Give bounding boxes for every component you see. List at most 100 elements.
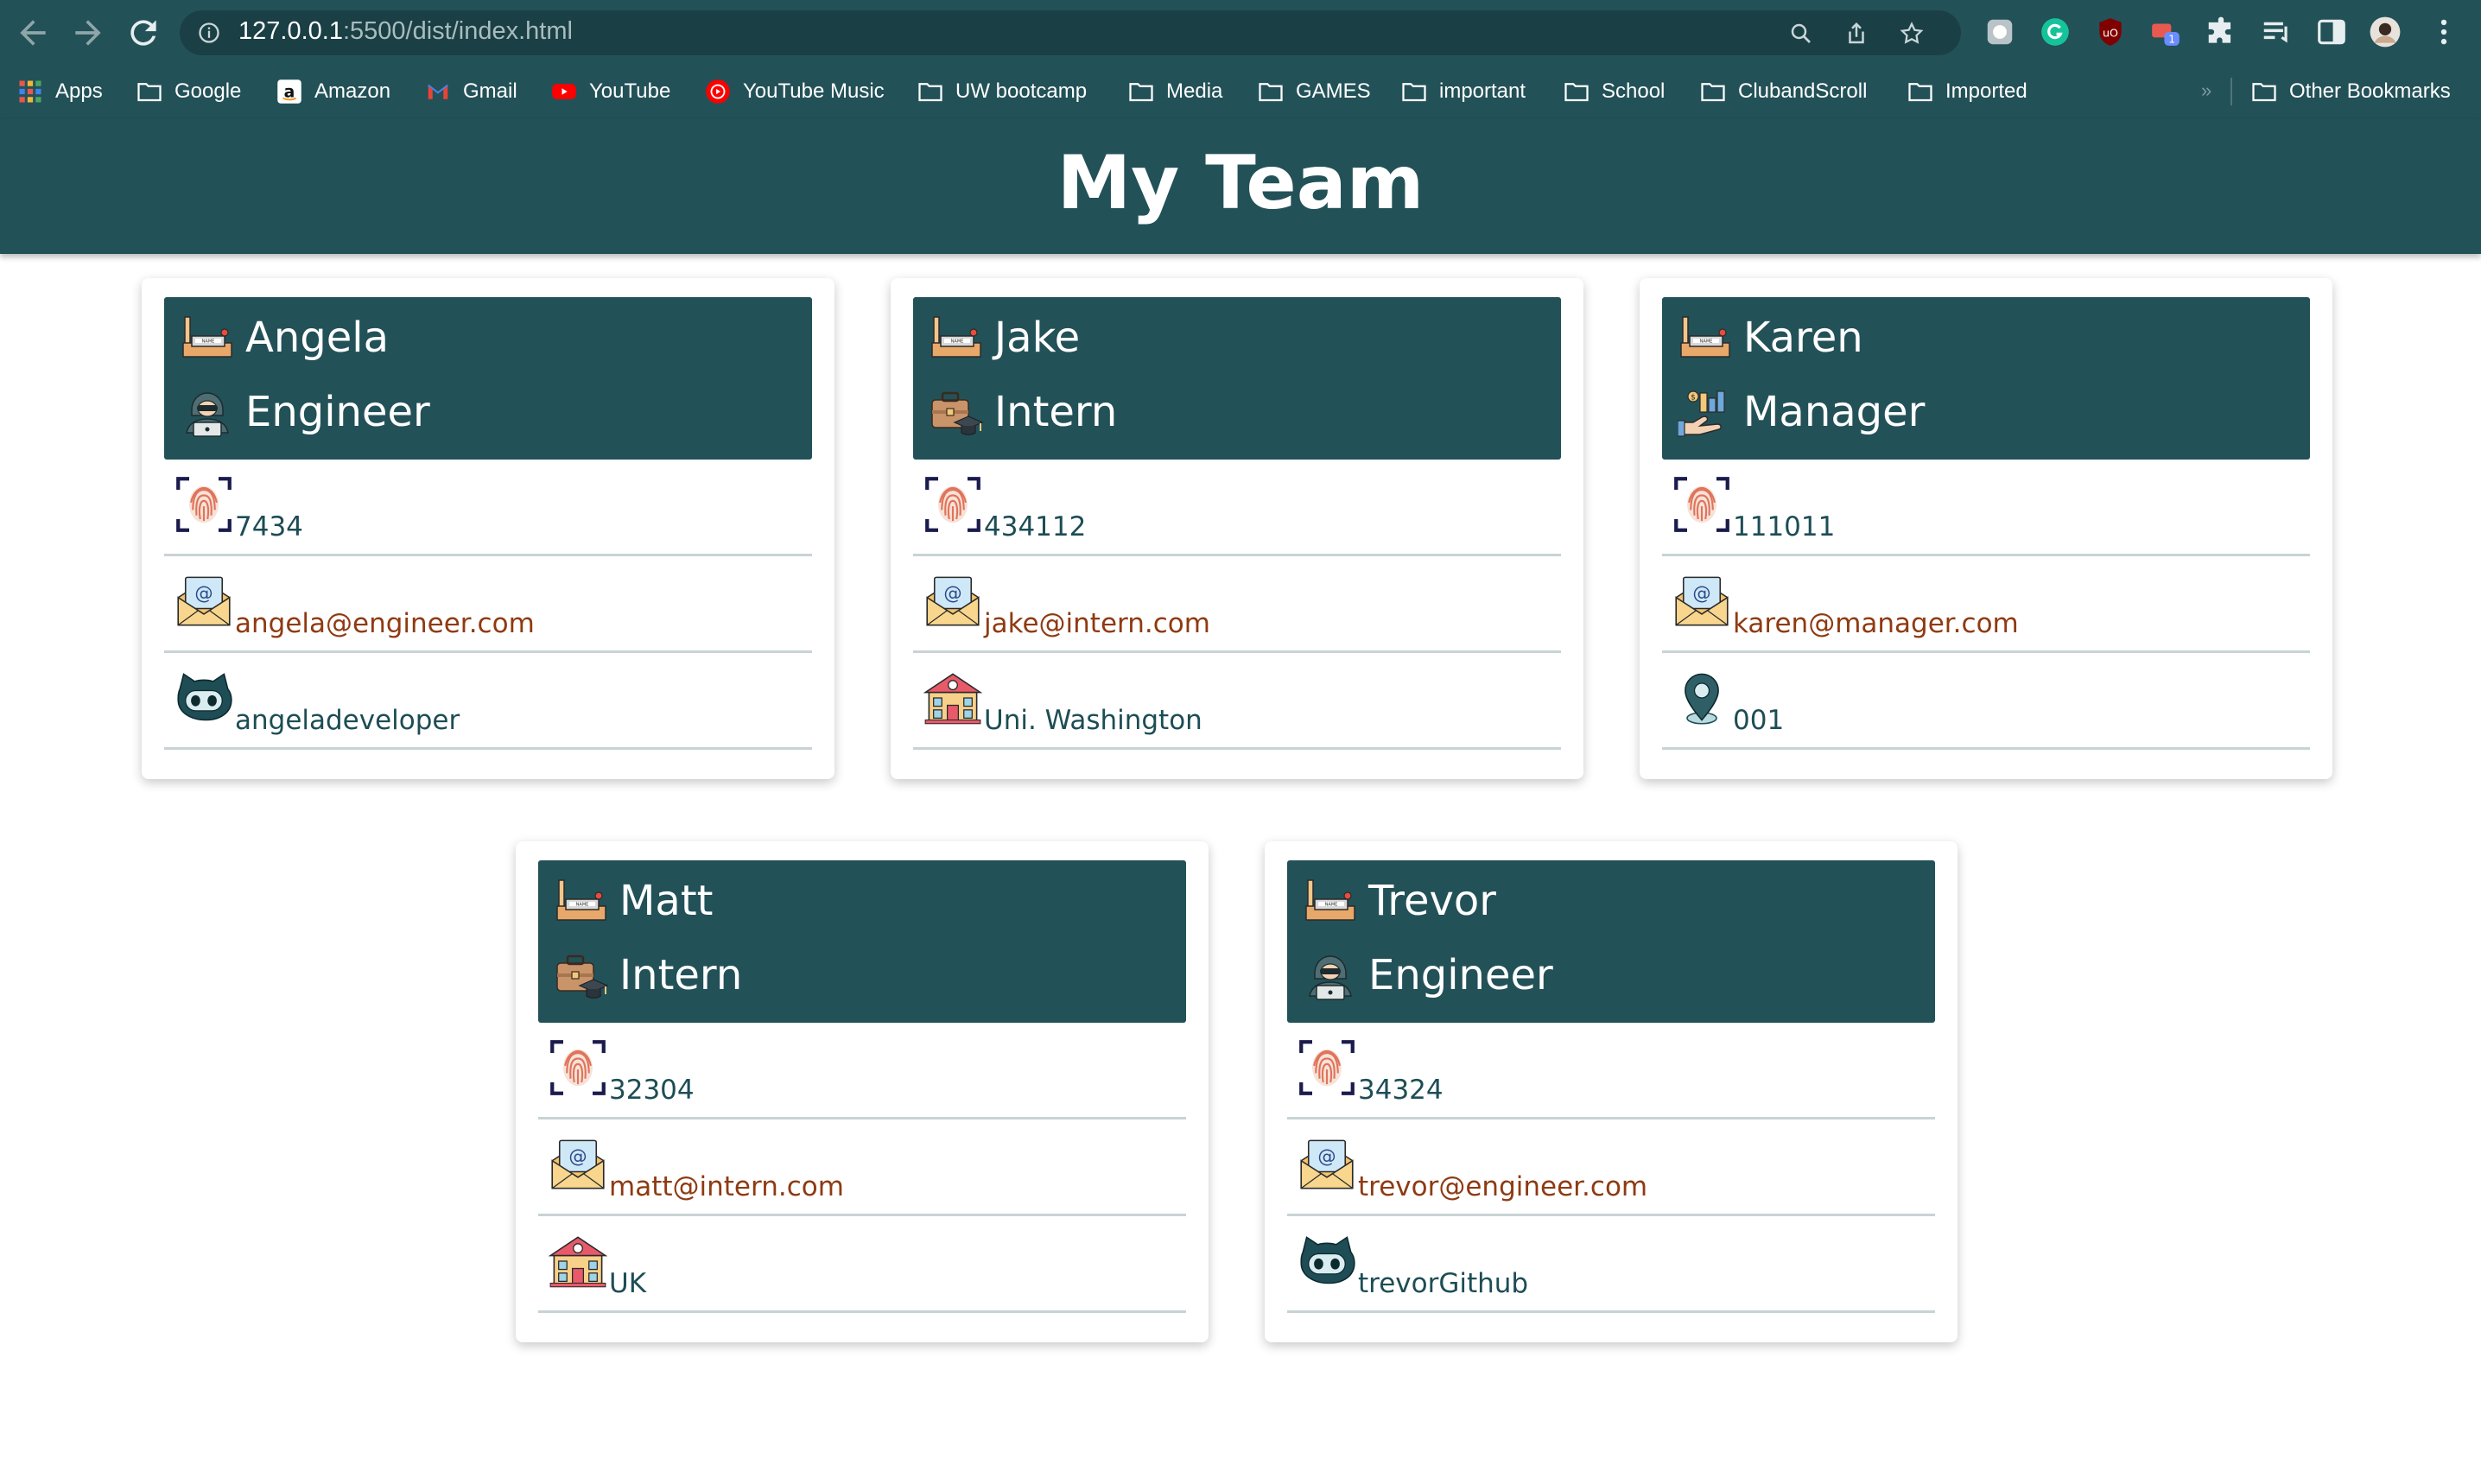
share-icon[interactable] — [1843, 21, 1869, 47]
card-role-line: Engineer — [1303, 945, 1553, 1005]
name-tag-icon — [554, 873, 609, 929]
fingerprint-icon — [174, 475, 233, 534]
employee-role: Engineer — [245, 388, 430, 436]
card-name-line: Jake — [929, 308, 1080, 368]
page-title: My Team — [1056, 140, 1425, 226]
bookmark-media[interactable]: Media — [1128, 76, 1222, 107]
employee-email-row: matt@intern.com — [538, 1119, 1186, 1216]
employee-name: Jake — [994, 314, 1081, 362]
manager-hand-chart-icon — [1678, 384, 1733, 440]
bookmark-label: Gmail — [463, 79, 517, 103]
employee-role: Engineer — [1368, 951, 1553, 999]
employee-email-link[interactable]: angela@engineer.com — [235, 608, 535, 639]
employee-email-row: angela@engineer.com — [164, 556, 812, 653]
bookmark-label: YouTube Music — [743, 79, 885, 103]
employee-github-link[interactable]: trevorGithub — [1358, 1268, 1528, 1299]
reload-icon[interactable] — [124, 14, 162, 52]
card-name-line: Karen — [1678, 308, 1863, 368]
bookmark-label: YouTube — [589, 79, 671, 103]
employee-github-row: trevorGithub — [1287, 1216, 1935, 1313]
profile-avatar-icon[interactable] — [2369, 16, 2402, 48]
bookmark-uw-bootcamp[interactable]: UW bootcamp — [917, 76, 1087, 107]
bookmark-gmail[interactable]: Gmail — [425, 76, 517, 107]
card-header: Angela Engineer — [164, 297, 812, 460]
intern-briefcase-icon — [929, 384, 984, 440]
employee-name: Matt — [619, 877, 714, 925]
folder-icon — [1258, 79, 1284, 105]
email-envelope-icon — [1672, 572, 1731, 631]
bookmark-games[interactable]: GAMES — [1258, 76, 1371, 107]
ublock-icon[interactable]: uO — [2094, 16, 2127, 48]
engineer-hacker-icon — [1303, 948, 1358, 1003]
bookmark-star-icon[interactable] — [1899, 21, 1925, 47]
bookmark-youtube-music[interactable]: YouTube Music — [705, 76, 885, 107]
extension-gray-icon[interactable] — [1983, 16, 2016, 48]
employee-email-link[interactable]: trevor@engineer.com — [1358, 1171, 1647, 1202]
folder-icon — [1700, 79, 1726, 105]
employee-email-link[interactable]: karen@manager.com — [1733, 608, 2019, 639]
zoom-search-icon[interactable] — [1788, 21, 1814, 47]
bookmark-label: Other Bookmarks — [2289, 79, 2451, 103]
extensions-puzzle-icon[interactable] — [2205, 16, 2237, 48]
card-role-line: Manager — [1678, 382, 1925, 442]
bookmark-amazon[interactable]: a Amazon — [276, 76, 390, 107]
reading-list-icon[interactable] — [2260, 16, 2293, 48]
bookmark-label: Amazon — [314, 79, 391, 103]
bookmarks-overflow-chevron[interactable]: » — [2201, 79, 2211, 102]
fingerprint-icon — [923, 475, 982, 534]
bookmark-apps[interactable]: Apps — [17, 76, 103, 107]
url-path: :5500/dist/index.html — [342, 17, 573, 45]
github-icon — [174, 669, 233, 727]
apps-grid-icon — [17, 79, 43, 105]
employee-id-row: 7434 — [164, 460, 812, 556]
card-name-line: Trevor — [1303, 871, 1496, 931]
employee-school: UK — [609, 1268, 647, 1299]
employee-email-row: jake@intern.com — [913, 556, 1561, 653]
side-panel-icon[interactable] — [2315, 16, 2348, 48]
intern-briefcase-icon — [554, 948, 609, 1003]
employee-role: Intern — [994, 388, 1118, 436]
name-tag-icon — [1678, 310, 1733, 365]
employee-id-row: 32304 — [538, 1023, 1186, 1119]
amazon-icon: a — [276, 79, 302, 105]
kebab-menu-icon[interactable] — [2427, 16, 2460, 48]
employee-school: Uni. Washington — [984, 705, 1202, 736]
screen-recorder-icon[interactable]: 1 — [2149, 16, 2182, 48]
page-header: My Team — [0, 119, 2481, 254]
bookmark-important[interactable]: important — [1401, 76, 1526, 107]
folder-icon — [1128, 79, 1154, 105]
forward-arrow-icon[interactable] — [69, 14, 107, 52]
folder-icon — [1401, 79, 1427, 105]
card-role-line: Intern — [929, 382, 1117, 442]
bookmark-imported[interactable]: Imported — [1907, 76, 2027, 107]
employee-card: Karen Manager 111011 karen@manager.com 0… — [1640, 278, 2332, 779]
name-tag-icon — [180, 310, 235, 365]
bookmark-school[interactable]: School — [1564, 76, 1665, 107]
employee-id: 32304 — [609, 1075, 695, 1106]
employee-school-row: UK — [538, 1216, 1186, 1313]
bookmark-label: School — [1602, 79, 1666, 103]
svg-text:uO: uO — [2103, 27, 2118, 40]
bookmark-clubandscroll[interactable]: ClubandScroll — [1700, 76, 1867, 107]
address-bar[interactable]: 127.0.0.1:5500/dist/index.html — [180, 10, 1961, 55]
employee-id-row: 111011 — [1662, 460, 2310, 556]
site-info-icon[interactable] — [197, 21, 221, 45]
employee-email-row: karen@manager.com — [1662, 556, 2310, 653]
grammarly-icon[interactable] — [2039, 16, 2072, 48]
back-arrow-icon[interactable] — [14, 14, 52, 52]
employee-email-row: trevor@engineer.com — [1287, 1119, 1935, 1216]
employee-github-link[interactable]: angeladeveloper — [235, 705, 460, 736]
bookmark-other-bookmarks[interactable]: Other Bookmarks — [2251, 76, 2451, 107]
employee-id: 111011 — [1733, 511, 1836, 542]
url-text[interactable]: 127.0.0.1:5500/dist/index.html — [238, 17, 573, 46]
email-envelope-icon — [923, 572, 982, 631]
employee-email-link[interactable]: matt@intern.com — [609, 1171, 844, 1202]
bookmark-label: Imported — [1945, 79, 2027, 103]
fingerprint-icon — [1672, 475, 1731, 534]
card-name-line: Matt — [554, 871, 713, 931]
bookmark-youtube[interactable]: YouTube — [551, 76, 670, 107]
employee-email-link[interactable]: jake@intern.com — [984, 608, 1210, 639]
employee-card: Jake Intern 434112 jake@intern.com Uni. … — [891, 278, 1583, 779]
bookmark-google[interactable]: Google — [136, 76, 241, 107]
name-tag-icon — [929, 310, 984, 365]
